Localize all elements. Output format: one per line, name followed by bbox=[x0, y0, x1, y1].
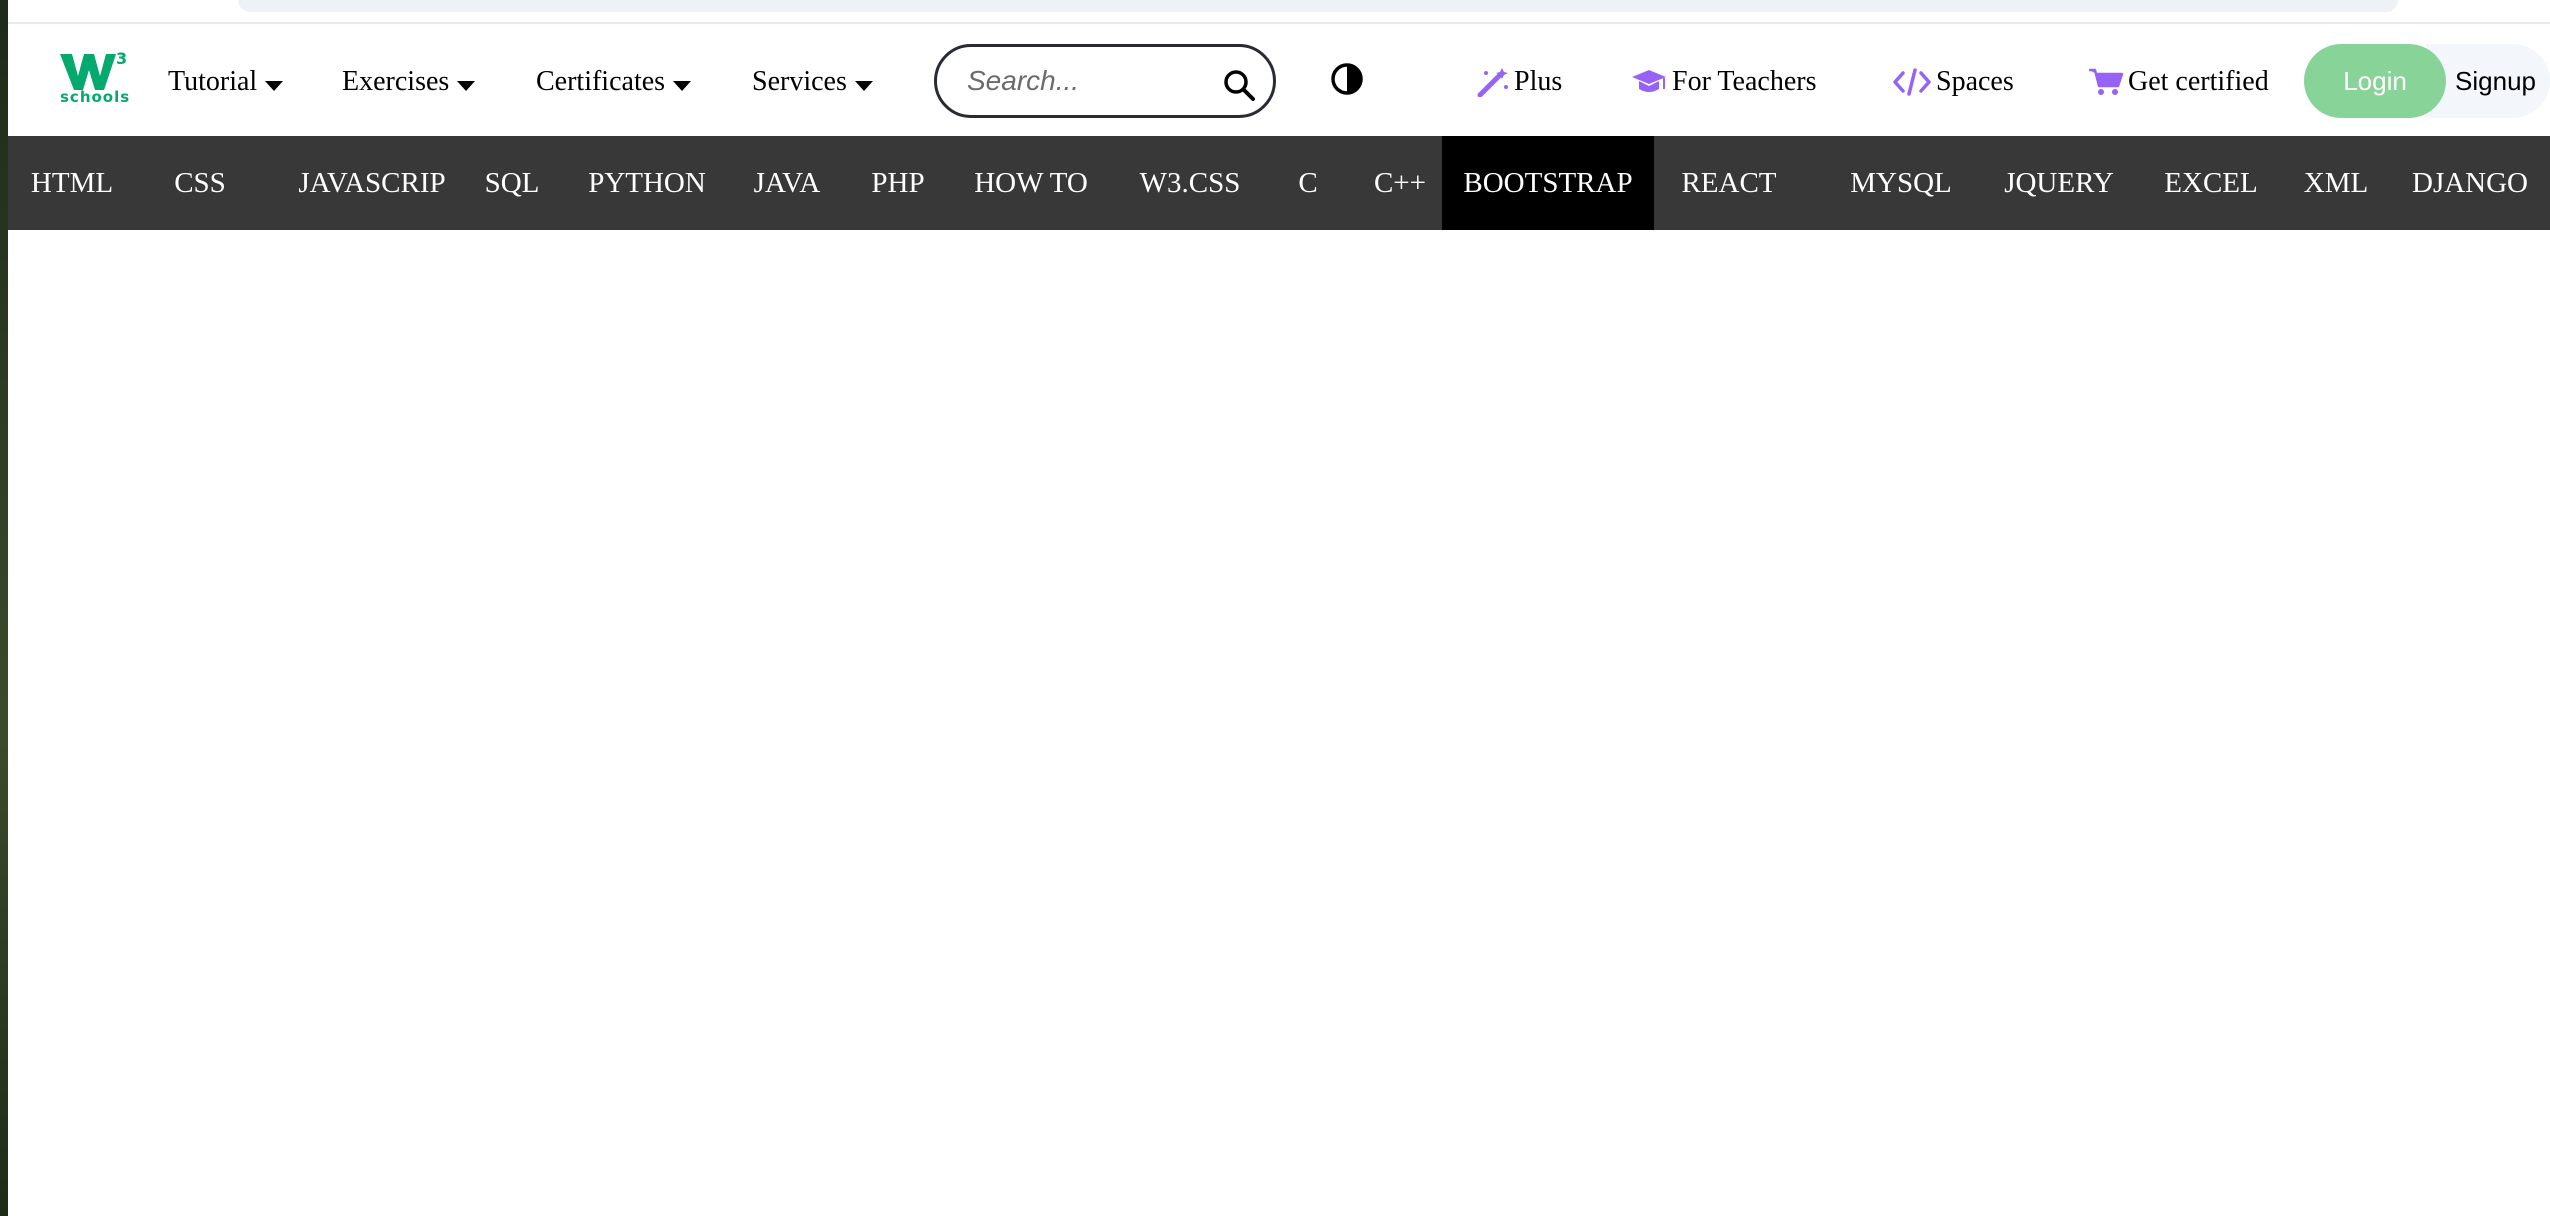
tutorial-menu-label: Tutorial bbox=[168, 66, 258, 97]
exercises-menu-label: Exercises bbox=[342, 66, 450, 97]
certificates-menu[interactable]: Certificates bbox=[536, 62, 692, 102]
search-box bbox=[934, 44, 1276, 118]
caret-down-icon bbox=[265, 81, 284, 91]
for-teachers-label: For Teachers bbox=[1672, 66, 1817, 97]
subject-css[interactable]: CSS bbox=[136, 136, 264, 230]
browser-chrome-edge bbox=[8, 0, 2550, 24]
login-label: Login bbox=[2343, 65, 2407, 96]
subject-django[interactable]: DJANGO bbox=[2398, 136, 2542, 230]
subject-mysql[interactable]: MYSQL bbox=[1826, 136, 1976, 230]
address-bar-edge[interactable] bbox=[238, 0, 2398, 12]
subject-how-to[interactable]: HOW TO bbox=[950, 136, 1112, 230]
subject-jquery[interactable]: JQUERY bbox=[1976, 136, 2142, 230]
plus-link-label: Plus bbox=[1514, 66, 1563, 97]
subject-php[interactable]: PHP bbox=[846, 136, 950, 230]
spaces-label: Spaces bbox=[1936, 66, 2014, 97]
subject-excel[interactable]: EXCEL bbox=[2142, 136, 2280, 230]
subject-xml[interactable]: XML bbox=[2280, 136, 2392, 230]
login-button[interactable]: Login bbox=[2304, 44, 2446, 118]
top-navbar: 3 schools Tutorial Exercises Certificate… bbox=[8, 26, 2550, 136]
search-input[interactable] bbox=[967, 61, 1217, 101]
for-teachers-link[interactable]: For Teachers bbox=[1630, 62, 1816, 102]
graduation-cap-icon bbox=[1632, 70, 1666, 92]
main-content-area bbox=[8, 230, 2550, 1216]
tutorial-menu[interactable]: Tutorial bbox=[168, 62, 284, 102]
subject-cpp[interactable]: C++ bbox=[1348, 136, 1452, 230]
code-icon bbox=[1893, 68, 1931, 96]
services-menu[interactable]: Services bbox=[752, 62, 873, 102]
spaces-link[interactable]: Spaces bbox=[1892, 62, 2014, 102]
subject-c[interactable]: C bbox=[1268, 136, 1348, 230]
subject-java[interactable]: JAVA bbox=[728, 136, 846, 230]
caret-down-icon bbox=[457, 81, 476, 91]
certificates-menu-label: Certificates bbox=[536, 66, 666, 97]
subject-navbar: HTML CSS JAVASCRIP SQL PYTHON JAVA PHP H… bbox=[8, 136, 2550, 230]
cart-icon bbox=[2089, 68, 2124, 95]
caret-down-icon bbox=[854, 81, 873, 91]
svg-text:3: 3 bbox=[116, 50, 127, 68]
subject-react[interactable]: REACT bbox=[1654, 136, 1804, 230]
signup-label: Signup bbox=[2455, 65, 2536, 96]
theme-toggle-icon[interactable] bbox=[1330, 62, 1364, 96]
subject-w3css[interactable]: W3.CSS bbox=[1112, 136, 1268, 230]
magic-wand-icon bbox=[1477, 68, 1508, 97]
exercises-menu[interactable]: Exercises bbox=[342, 62, 476, 102]
subject-html[interactable]: HTML bbox=[8, 136, 136, 230]
plus-link[interactable]: Plus bbox=[1476, 62, 1562, 102]
subject-python[interactable]: PYTHON bbox=[566, 136, 728, 230]
logo-text: schools bbox=[60, 88, 131, 106]
search-icon[interactable] bbox=[1221, 67, 1257, 103]
desktop-background-strip bbox=[0, 0, 8, 1216]
subject-javascript[interactable]: JAVASCRIP bbox=[264, 136, 480, 230]
services-menu-label: Services bbox=[752, 66, 847, 97]
subject-bootstrap[interactable]: BOOTSTRAP bbox=[1442, 136, 1654, 230]
subject-sql[interactable]: SQL bbox=[456, 136, 568, 230]
caret-down-icon bbox=[673, 81, 692, 91]
get-certified-label: Get certified bbox=[2128, 66, 2269, 97]
get-certified-link[interactable]: Get certified bbox=[2088, 62, 2269, 102]
